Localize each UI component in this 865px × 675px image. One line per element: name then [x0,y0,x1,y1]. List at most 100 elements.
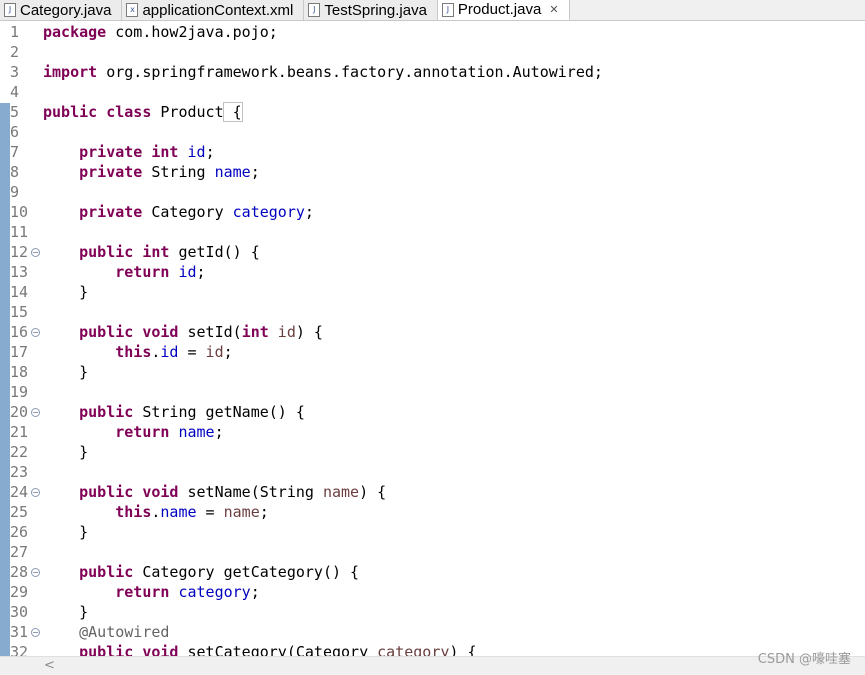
tab-applicationcontext-xml[interactable]: x applicationContext.xml [122,0,305,20]
close-tab-icon[interactable]: ✕ [549,3,558,16]
line-number: 29 [10,583,29,601]
line-number: 17 [10,343,29,361]
tab-label: Category.java [20,1,112,19]
code-text: } [43,283,89,301]
line-number: 1 [10,23,20,41]
line-number: 28 [10,563,29,581]
code-line: 16− public void setId(int id) { [0,322,865,342]
line-number: 26 [10,523,29,541]
code-line: 5 public class Product { [0,102,865,122]
line-number: 21 [10,423,29,441]
code-text: import org.springframework.beans.factory… [43,63,603,81]
java-file-icon: J [4,3,16,17]
code-line: 29 return category; [0,582,865,602]
tab-category-java[interactable]: J Category.java [0,0,123,20]
line-number: 27 [10,543,29,561]
line-number: 15 [10,303,29,321]
code-line: 13 return id; [0,262,865,282]
code-text: public void setCategory(Category categor… [79,643,477,656]
code-text: @Autowired [79,623,170,641]
code-line: 2 [0,42,865,62]
code-line: 11 [0,222,865,242]
code-line: 9 [0,182,865,202]
code-line: 26 } [0,522,865,542]
code-line: 30 } [0,602,865,622]
line-number: 9 [10,183,20,201]
line-number: 30 [10,603,29,621]
fold-collapse-icon[interactable]: − [31,488,40,497]
line-number: 2 [10,43,20,61]
scroll-left-arrow-icon[interactable]: < [44,657,55,675]
code-text: } [43,443,89,461]
code-text: } [43,363,89,381]
code-text: return name; [115,423,224,441]
line-number: 16 [10,323,29,341]
code-line: 12− public int getId() { [0,242,865,262]
line-number: 24 [10,483,29,501]
code-line: 6 [0,122,865,142]
line-number: 8 [10,163,20,181]
tab-label: TestSpring.java [324,1,427,19]
tab-testspring-java[interactable]: J TestSpring.java [304,0,438,20]
line-number: 12 [10,243,29,261]
fold-collapse-icon[interactable]: − [31,328,40,337]
code-text: public void setId(int id) { [79,323,323,341]
code-line: 1 package com.how2java.pojo; [0,22,865,42]
java-file-icon: J [308,3,321,17]
line-number: 23 [10,463,29,481]
fold-collapse-icon[interactable]: − [31,568,40,577]
code-text: package com.how2java.pojo; [43,23,278,41]
line-number: 32 [10,643,29,656]
code-editor[interactable]: 1 package com.how2java.pojo; 2 3 import org.… [0,21,865,656]
code-text: public String getName() { [79,403,305,421]
code-line: 21 return name; [0,422,865,442]
code-line: 32 public void setCategory(Category cate… [0,642,865,656]
tab-label: applicationContext.xml [142,1,294,19]
code-line: 31− @Autowired [0,622,865,642]
code-text: } [43,523,89,541]
line-number: 7 [10,143,20,161]
code-line: 3 import org.springframework.beans.factor… [0,62,865,82]
line-number: 31 [10,623,29,641]
code-text: return id; [115,263,206,281]
line-number: 10 [10,203,29,221]
code-line: 8 private String name; [0,162,865,182]
line-number: 13 [10,263,29,281]
fold-collapse-icon[interactable]: − [31,248,40,257]
code-line: 22 } [0,442,865,462]
code-line: 24− public void setName(String name) { [0,482,865,502]
line-number: 18 [10,363,29,381]
code-line: 15 [0,302,865,322]
code-line: 23 [0,462,865,482]
editor-tab-bar: J Category.java x applicationContext.xml J Te… [0,0,865,21]
code-line: 27 [0,542,865,562]
fold-collapse-icon[interactable]: − [31,628,40,637]
horizontal-scrollbar[interactable]: < [0,656,865,675]
line-number: 20 [10,403,29,421]
tab-product-java[interactable]: J Product.java ✕ [437,0,570,20]
tab-label: Product.java [457,1,542,18]
code-text: public class Product { [43,102,243,122]
code-text: private int id; [79,143,215,161]
code-text: public Category getCategory() { [79,563,360,581]
code-line: 19 [0,382,865,402]
line-number: 4 [10,83,20,101]
line-number: 22 [10,443,29,461]
line-number: 6 [10,123,20,141]
code-line: 10 private Category category; [0,202,865,222]
line-number: 25 [10,503,29,521]
code-line: 17 this.id = id; [0,342,865,362]
code-text: return category; [115,583,260,601]
line-number: 3 [10,63,20,81]
xml-file-icon: x [126,3,139,17]
code-text: this.name = name; [115,503,269,521]
line-number: 5 [10,103,20,121]
line-number: 14 [10,283,29,301]
fold-collapse-icon[interactable]: − [31,408,40,417]
code-text: private String name; [79,163,260,181]
code-text: public int getId() { [79,243,260,261]
code-line: 28− public Category getCategory() { [0,562,865,582]
code-line: 20− public String getName() { [0,402,865,422]
code-line: 7 private int id; [0,142,865,162]
code-text: this.id = id; [115,343,233,361]
